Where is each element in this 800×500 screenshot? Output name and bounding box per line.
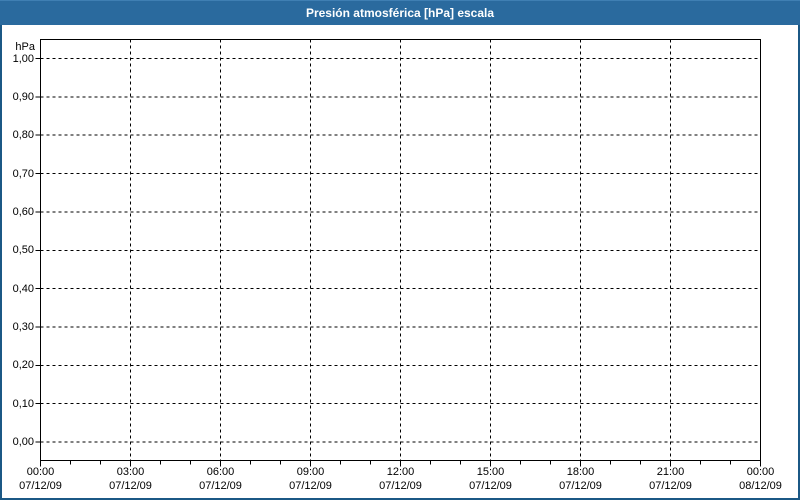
x-axis-date-label: 07/12/09 <box>199 480 242 492</box>
x-axis-tick: 09:00 07/12/09 <box>266 465 356 493</box>
y-axis-tick-label: 0,50 <box>12 244 34 257</box>
y-axis-tick-label: 0,40 <box>12 282 34 295</box>
x-axis-tick: 03:00 07/12/09 <box>86 465 176 493</box>
y-axis-tick-label: 0,20 <box>12 359 34 372</box>
x-axis-date-label: 07/12/09 <box>289 480 332 492</box>
x-axis-time-label: 03:00 <box>116 466 145 478</box>
x-axis-time-label: 15:00 <box>476 466 505 478</box>
x-axis-time-label: 18:00 <box>566 466 595 478</box>
x-axis-date-label: 07/12/09 <box>379 480 422 492</box>
x-axis-time-label: 21:00 <box>656 466 685 478</box>
x-axis-date-label: 07/12/09 <box>469 480 512 492</box>
x-axis-time-label: 00:00 <box>746 466 775 478</box>
y-axis-tick-label: 0,10 <box>12 397 34 410</box>
chart-window: Presión atmosférica [hPa] escala hPa 1,0… <box>0 0 800 500</box>
x-axis-date-label: 07/12/09 <box>559 480 602 492</box>
x-axis-time-label: 09:00 <box>296 466 325 478</box>
x-axis-date-label: 07/12/09 <box>19 480 62 492</box>
chart-title: Presión atmosférica [hPa] escala <box>305 6 495 20</box>
x-axis-time-label: 00:00 <box>26 466 55 478</box>
x-axis-tick: 00:00 08/12/09 <box>716 465 800 493</box>
chart-title-bar: Presión atmosférica [hPa] escala <box>0 0 800 25</box>
y-axis-tick-label: 0,80 <box>12 129 34 142</box>
x-axis-tick: 12:00 07/12/09 <box>356 465 446 493</box>
y-axis-tick-label: 1,00 <box>12 52 34 65</box>
y-axis-tick-label: 0,70 <box>12 167 34 180</box>
x-axis-tick: 00:00 07/12/09 <box>0 465 86 493</box>
y-axis-tick-label: 0,30 <box>12 320 34 333</box>
plot-area <box>35 39 761 467</box>
plot-border <box>40 39 761 461</box>
x-axis-tick: 15:00 07/12/09 <box>446 465 536 493</box>
x-axis-tick: 18:00 07/12/09 <box>536 465 626 493</box>
x-axis-date-label: 07/12/09 <box>109 480 152 492</box>
x-axis-tick: 06:00 07/12/09 <box>176 465 266 493</box>
x-axis-time-label: 06:00 <box>206 466 235 478</box>
x-axis-tick: 21:00 07/12/09 <box>626 465 716 493</box>
x-axis-time-label: 12:00 <box>386 466 415 478</box>
y-axis-tick-label: 0,90 <box>12 90 34 103</box>
x-axis-date-label: 08/12/09 <box>739 480 782 492</box>
x-axis-date-label: 07/12/09 <box>649 480 692 492</box>
y-axis-tick-label: 0,00 <box>12 436 34 448</box>
y-axis-tick-label: 0,60 <box>12 205 34 218</box>
